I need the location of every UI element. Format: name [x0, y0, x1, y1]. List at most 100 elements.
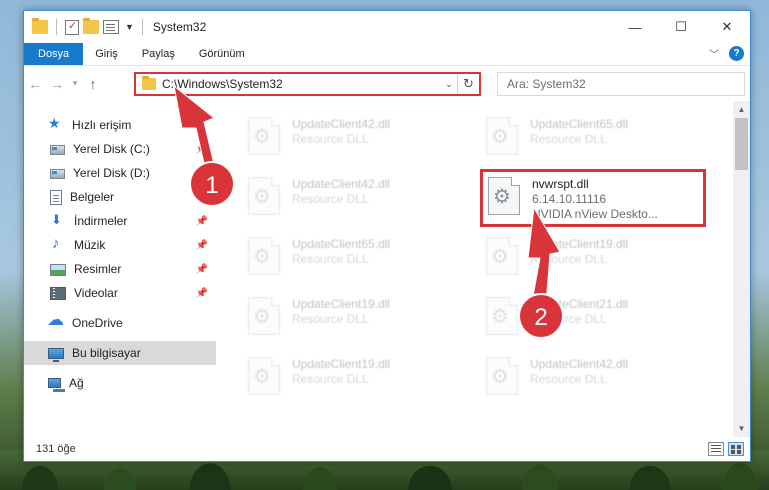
- file-item[interactable]: UpdateClient19.dll Resource DLL: [242, 291, 467, 343]
- tab-share[interactable]: Paylaş: [130, 43, 187, 65]
- file-name: UpdateClient42.dll: [292, 177, 391, 191]
- video-icon: [50, 286, 66, 300]
- window-title: System32: [152, 20, 207, 34]
- properties-check-icon[interactable]: [65, 19, 79, 35]
- sidebar-item-label: Resimler: [74, 262, 122, 276]
- ribbon-tabs: Dosya Giriş Paylaş Görünüm ﹀ ?: [24, 43, 750, 65]
- item-count: 131 öğe: [36, 443, 76, 455]
- new-folder-icon[interactable]: [83, 18, 99, 34]
- dll-file-icon: [486, 237, 518, 275]
- file-item[interactable]: UpdateClient65.dll Resource DLL: [480, 111, 705, 163]
- explorer-content: Hızlı erişim Yerel Disk (C:) 📌 Yerel Dis…: [24, 101, 750, 437]
- maximize-button[interactable]: ☐: [658, 11, 704, 43]
- document-icon: [50, 189, 62, 205]
- title-bar: ▼ System32 — ☐ ✕: [24, 11, 750, 43]
- window-controls: — ☐ ✕: [612, 11, 750, 43]
- file-item[interactable]: UpdateClient21.dll Resource DLL: [480, 291, 705, 343]
- sidebar-item-documents[interactable]: Belgeler: [24, 185, 216, 209]
- sidebar-item-music[interactable]: Müzik 📌: [24, 233, 216, 257]
- sidebar-item-local-disk-c[interactable]: Yerel Disk (C:) 📌: [24, 137, 216, 161]
- sidebar-item-label: Videolar: [74, 286, 118, 300]
- help-icon[interactable]: ?: [729, 46, 744, 61]
- view-options-icon[interactable]: [103, 20, 119, 34]
- close-button[interactable]: ✕: [704, 11, 750, 43]
- sidebar-item-label: Hızlı erişim: [72, 118, 132, 132]
- file-item[interactable]: UpdateClient19.dll Resource DLL: [480, 231, 705, 283]
- file-item[interactable]: UpdateClient65.dll Resource DLL: [242, 231, 467, 283]
- view-switcher: [708, 442, 744, 456]
- details-view-icon[interactable]: [708, 442, 724, 456]
- dll-file-icon: [248, 357, 280, 395]
- file-description: Resource DLL: [530, 132, 607, 146]
- dll-file-icon: [486, 117, 518, 155]
- pin-icon: 📌: [195, 143, 208, 155]
- file-description: Resource DLL: [292, 312, 369, 326]
- sidebar-item-quick-access[interactable]: Hızlı erişim: [24, 113, 216, 137]
- file-version: 6.14.10.11116: [532, 192, 607, 206]
- file-list: UpdateClient42.dll Resource DLL UpdateCl…: [216, 101, 750, 437]
- file-description: Resource DLL: [292, 372, 369, 386]
- file-name: UpdateClient19.dll: [530, 237, 629, 251]
- file-item-nvwrspt[interactable]: nvwrspt.dll 6.14.10.11116 NVIDIA nView D…: [480, 169, 706, 227]
- tab-file[interactable]: Dosya: [24, 43, 84, 65]
- file-name: UpdateClient65.dll: [292, 237, 391, 251]
- large-icons-view-icon[interactable]: [728, 442, 744, 456]
- file-item[interactable]: UpdateClient19.dll Resource DLL: [242, 351, 467, 403]
- sidebar-item-label: İndirmeler: [74, 214, 128, 228]
- file-item[interactable]: UpdateClient42.dll Resource DLL: [480, 351, 705, 403]
- file-item[interactable]: UpdateClient42.dll Resource DLL: [242, 171, 467, 223]
- quick-access-toolbar: ▼: [24, 18, 147, 35]
- sidebar-item-videos[interactable]: Videolar 📌: [24, 281, 216, 305]
- folder-icon: [32, 18, 48, 34]
- scroll-up-arrow-icon[interactable]: ▲: [733, 101, 750, 118]
- search-input[interactable]: Ara: System32: [497, 72, 745, 96]
- toolbar-divider: [141, 19, 143, 35]
- sidebar-item-network[interactable]: Ağ: [24, 371, 216, 395]
- dll-file-icon: [486, 357, 518, 395]
- sidebar-item-local-disk-d[interactable]: Yerel Disk (D:): [24, 161, 216, 185]
- pin-icon: 📌: [195, 239, 208, 251]
- file-description: Resource DLL: [530, 372, 607, 386]
- file-name: UpdateClient65.dll: [530, 117, 629, 131]
- recent-locations-chevron-icon[interactable]: ▾: [68, 78, 82, 89]
- tab-home[interactable]: Giriş: [83, 43, 130, 65]
- expand-ribbon-chevron-icon[interactable]: ﹀: [709, 46, 719, 61]
- scrollbar-thumb[interactable]: [735, 118, 748, 170]
- pictures-icon: [50, 264, 66, 276]
- file-name: nvwrspt.dll: [532, 177, 589, 191]
- sidebar-item-this-pc[interactable]: Bu bilgisayar: [24, 341, 216, 365]
- refresh-icon[interactable]: ↻: [457, 74, 479, 94]
- sidebar-item-pictures[interactable]: Resimler 📌: [24, 257, 216, 281]
- sidebar-item-onedrive[interactable]: OneDrive: [24, 310, 216, 335]
- pin-icon: 📌: [195, 263, 208, 275]
- pin-icon: 📌: [195, 287, 208, 299]
- forward-arrow-icon[interactable]: →: [46, 76, 68, 92]
- file-explorer-window: ▼ System32 — ☐ ✕ Dosya Giriş Paylaş Görü…: [23, 10, 751, 462]
- disk-icon: [50, 145, 65, 155]
- address-dropdown-chevron-icon[interactable]: ⌄: [441, 79, 457, 90]
- pin-icon: 📌: [195, 215, 208, 227]
- dll-file-icon: [248, 177, 280, 215]
- status-bar: 131 öğe: [24, 437, 750, 461]
- sidebar-item-label: Yerel Disk (D:): [73, 166, 150, 180]
- customize-toolbar-caret-icon[interactable]: ▼: [125, 22, 134, 32]
- address-bar[interactable]: C:\Windows\System32 ⌄ ↻: [134, 72, 481, 96]
- sidebar-item-label: OneDrive: [72, 316, 123, 330]
- address-path[interactable]: C:\Windows\System32: [162, 77, 441, 91]
- sidebar-item-downloads[interactable]: İndirmeler 📌: [24, 209, 216, 233]
- tab-view[interactable]: Görünüm: [187, 43, 257, 65]
- file-name: UpdateClient42.dll: [292, 117, 391, 131]
- back-arrow-icon[interactable]: ←: [24, 76, 46, 92]
- up-arrow-icon[interactable]: ↑: [82, 76, 104, 92]
- navigation-bar: ← → ▾ ↑ C:\Windows\System32 ⌄ ↻ Ara: Sys…: [24, 65, 750, 101]
- file-name: UpdateClient21.dll: [530, 297, 629, 311]
- vertical-scrollbar[interactable]: ▲ ▼: [733, 101, 750, 437]
- file-item[interactable]: UpdateClient42.dll Resource DLL: [242, 111, 467, 163]
- file-description: Resource DLL: [530, 312, 607, 326]
- file-name: UpdateClient19.dll: [292, 297, 391, 311]
- dll-file-icon: [248, 117, 280, 155]
- dll-file-icon: [486, 297, 518, 335]
- minimize-button[interactable]: —: [612, 11, 658, 43]
- scroll-down-arrow-icon[interactable]: ▼: [733, 420, 750, 437]
- computer-icon: [48, 347, 64, 362]
